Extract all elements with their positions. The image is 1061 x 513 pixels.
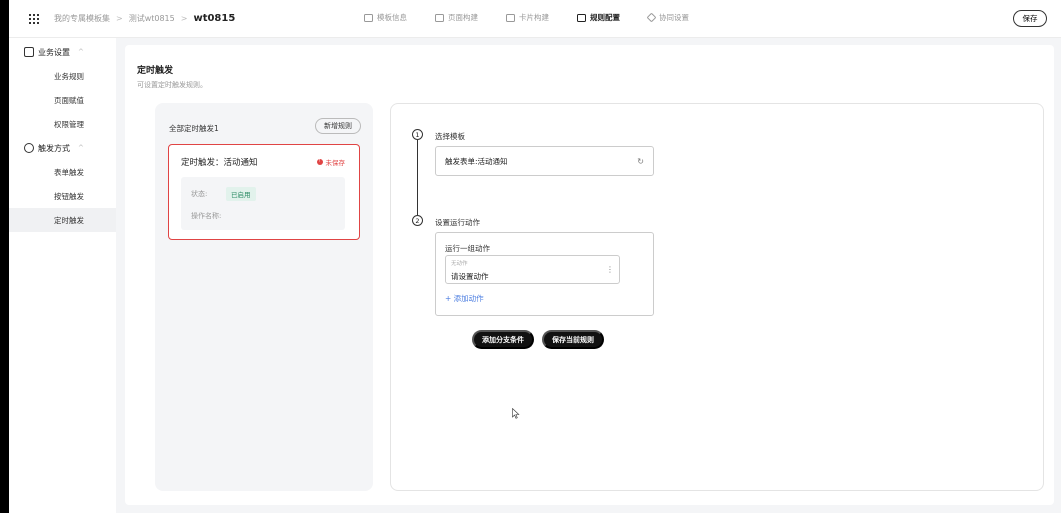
rule-card[interactable]: 定时触发：活动通知 ! 未保存 状态: 已启用 操作名称: bbox=[168, 144, 360, 240]
rule-icon bbox=[577, 13, 586, 22]
nav-card-build[interactable]: 卡片构建 bbox=[506, 12, 549, 23]
save-button[interactable]: 保存 bbox=[1013, 10, 1047, 27]
rule-card-title: 定时触发：活动通知 bbox=[181, 158, 258, 168]
refresh-icon[interactable]: ↻ bbox=[637, 157, 644, 166]
apps-grid-icon[interactable] bbox=[29, 14, 39, 24]
nav-template-info[interactable]: 模板信息 bbox=[364, 12, 407, 23]
step-number-1: 1 bbox=[412, 129, 423, 140]
sidebar-group-label: 触发方式 bbox=[38, 143, 70, 153]
nav-rule-config[interactable]: 规则配置 bbox=[577, 12, 620, 23]
top-nav: 模板信息 页面构建 卡片构建 规则配置 协同设置 bbox=[364, 12, 717, 23]
nav-label: 规则配置 bbox=[590, 13, 620, 22]
sidebar-group-trigger[interactable]: 触发方式 ^ bbox=[9, 136, 116, 160]
step-label-select-template: 选择模板 bbox=[435, 132, 465, 141]
sidebar-group-business[interactable]: 业务设置 ^ bbox=[9, 40, 116, 64]
step-number-2: 2 bbox=[412, 215, 423, 226]
action-field-placeholder: 无动作 bbox=[451, 261, 468, 267]
breadcrumb-separator: > bbox=[116, 14, 123, 23]
breadcrumb: 我的专属模板集 > 测试wt0815 > wt0815 bbox=[54, 13, 235, 24]
status-badge: 已启用 bbox=[226, 187, 256, 201]
nav-collab-settings[interactable]: 协同设置 bbox=[646, 12, 689, 23]
chevron-up-icon: ^ bbox=[78, 144, 84, 152]
chart-icon bbox=[24, 47, 34, 57]
template-select[interactable]: 触发表单:活动通知 ↻ bbox=[435, 146, 654, 176]
rule-card-details: 状态: 已启用 操作名称: bbox=[181, 177, 345, 230]
action-name-label: 操作名称: bbox=[191, 212, 222, 220]
chevron-up-icon: ^ bbox=[78, 48, 84, 56]
main-content: 定时触发 可设置定时触发规则。 全部定时触发1 新增规则 定时触发：活动通知 !… bbox=[125, 45, 1054, 505]
collab-icon bbox=[646, 12, 657, 23]
nav-label: 协同设置 bbox=[659, 13, 689, 22]
rule-editor-panel: 1 选择模板 触发表单:活动通知 ↻ 2 设置运行动作 运行一组动作 无动作 请… bbox=[390, 103, 1044, 491]
template-icon bbox=[364, 13, 373, 22]
nav-label: 模板信息 bbox=[377, 13, 407, 22]
action-group-box: 运行一组动作 无动作 请设置动作 ⋮ + 添加动作 bbox=[435, 232, 654, 316]
step-label-run-action: 设置运行动作 bbox=[435, 218, 480, 227]
status-label: 状态: bbox=[191, 190, 208, 198]
mouse-cursor-icon bbox=[512, 408, 520, 419]
sidebar-item-timed-trigger[interactable]: 定时触发 bbox=[9, 208, 116, 232]
add-action-link[interactable]: + 添加动作 bbox=[445, 293, 484, 304]
new-rule-button[interactable]: 新增规则 bbox=[315, 118, 361, 134]
sidebar-item-form-trigger[interactable]: 表单触发 bbox=[9, 160, 116, 184]
alert-icon: ! bbox=[316, 159, 323, 165]
sidebar-item-business-rules[interactable]: 业务规则 bbox=[9, 64, 116, 88]
unsaved-badge: ! 未保存 bbox=[316, 157, 346, 167]
breadcrumb-item-root[interactable]: 我的专属模板集 bbox=[54, 13, 110, 24]
nav-label: 页面构建 bbox=[448, 13, 478, 22]
action-field[interactable]: 无动作 请设置动作 ⋮ bbox=[445, 255, 620, 284]
app-window: 我的专属模板集 > 测试wt0815 > wt0815 模板信息 页面构建 卡片… bbox=[9, 0, 1061, 513]
save-rule-button[interactable]: 保存当前规则 bbox=[542, 330, 604, 349]
rules-list-panel: 全部定时触发1 新增规则 定时触发：活动通知 ! 未保存 状态: 已启用 操作名… bbox=[155, 103, 373, 491]
page-icon bbox=[435, 13, 444, 22]
template-select-value: 触发表单:活动通知 bbox=[445, 156, 508, 166]
sidebar-item-page-assign[interactable]: 页面赋值 bbox=[9, 88, 116, 112]
sidebar-item-permissions[interactable]: 权限管理 bbox=[9, 112, 116, 136]
page-title: 定时触发 bbox=[137, 66, 174, 76]
action-group-title: 运行一组动作 bbox=[445, 244, 490, 253]
breadcrumb-separator: > bbox=[180, 14, 188, 23]
layers-icon bbox=[24, 143, 34, 153]
nav-label: 卡片构建 bbox=[519, 13, 549, 22]
card-icon bbox=[506, 13, 515, 22]
top-bar: 我的专属模板集 > 测试wt0815 > wt0815 模板信息 页面构建 卡片… bbox=[9, 0, 1061, 38]
rules-count-header: 全部定时触发1 bbox=[169, 124, 219, 133]
add-branch-button[interactable]: 添加分支条件 bbox=[472, 330, 534, 349]
sidebar: 业务设置 ^ 业务规则 页面赋值 权限管理 触发方式 ^ 表单触发 按钮触发 定… bbox=[9, 38, 116, 513]
page-subtitle: 可设置定时触发规则。 bbox=[137, 81, 207, 89]
unsaved-label: 未保存 bbox=[325, 159, 346, 167]
sidebar-group-label: 业务设置 bbox=[38, 47, 70, 57]
breadcrumb-item-parent[interactable]: 测试wt0815 bbox=[129, 13, 175, 24]
more-vertical-icon[interactable]: ⋮ bbox=[606, 265, 614, 274]
step-connector bbox=[417, 140, 418, 218]
action-field-value: 请设置动作 bbox=[451, 272, 489, 281]
sidebar-item-button-trigger[interactable]: 按钮触发 bbox=[9, 184, 116, 208]
nav-page-build[interactable]: 页面构建 bbox=[435, 12, 478, 23]
breadcrumb-item-current: wt0815 bbox=[193, 13, 236, 24]
